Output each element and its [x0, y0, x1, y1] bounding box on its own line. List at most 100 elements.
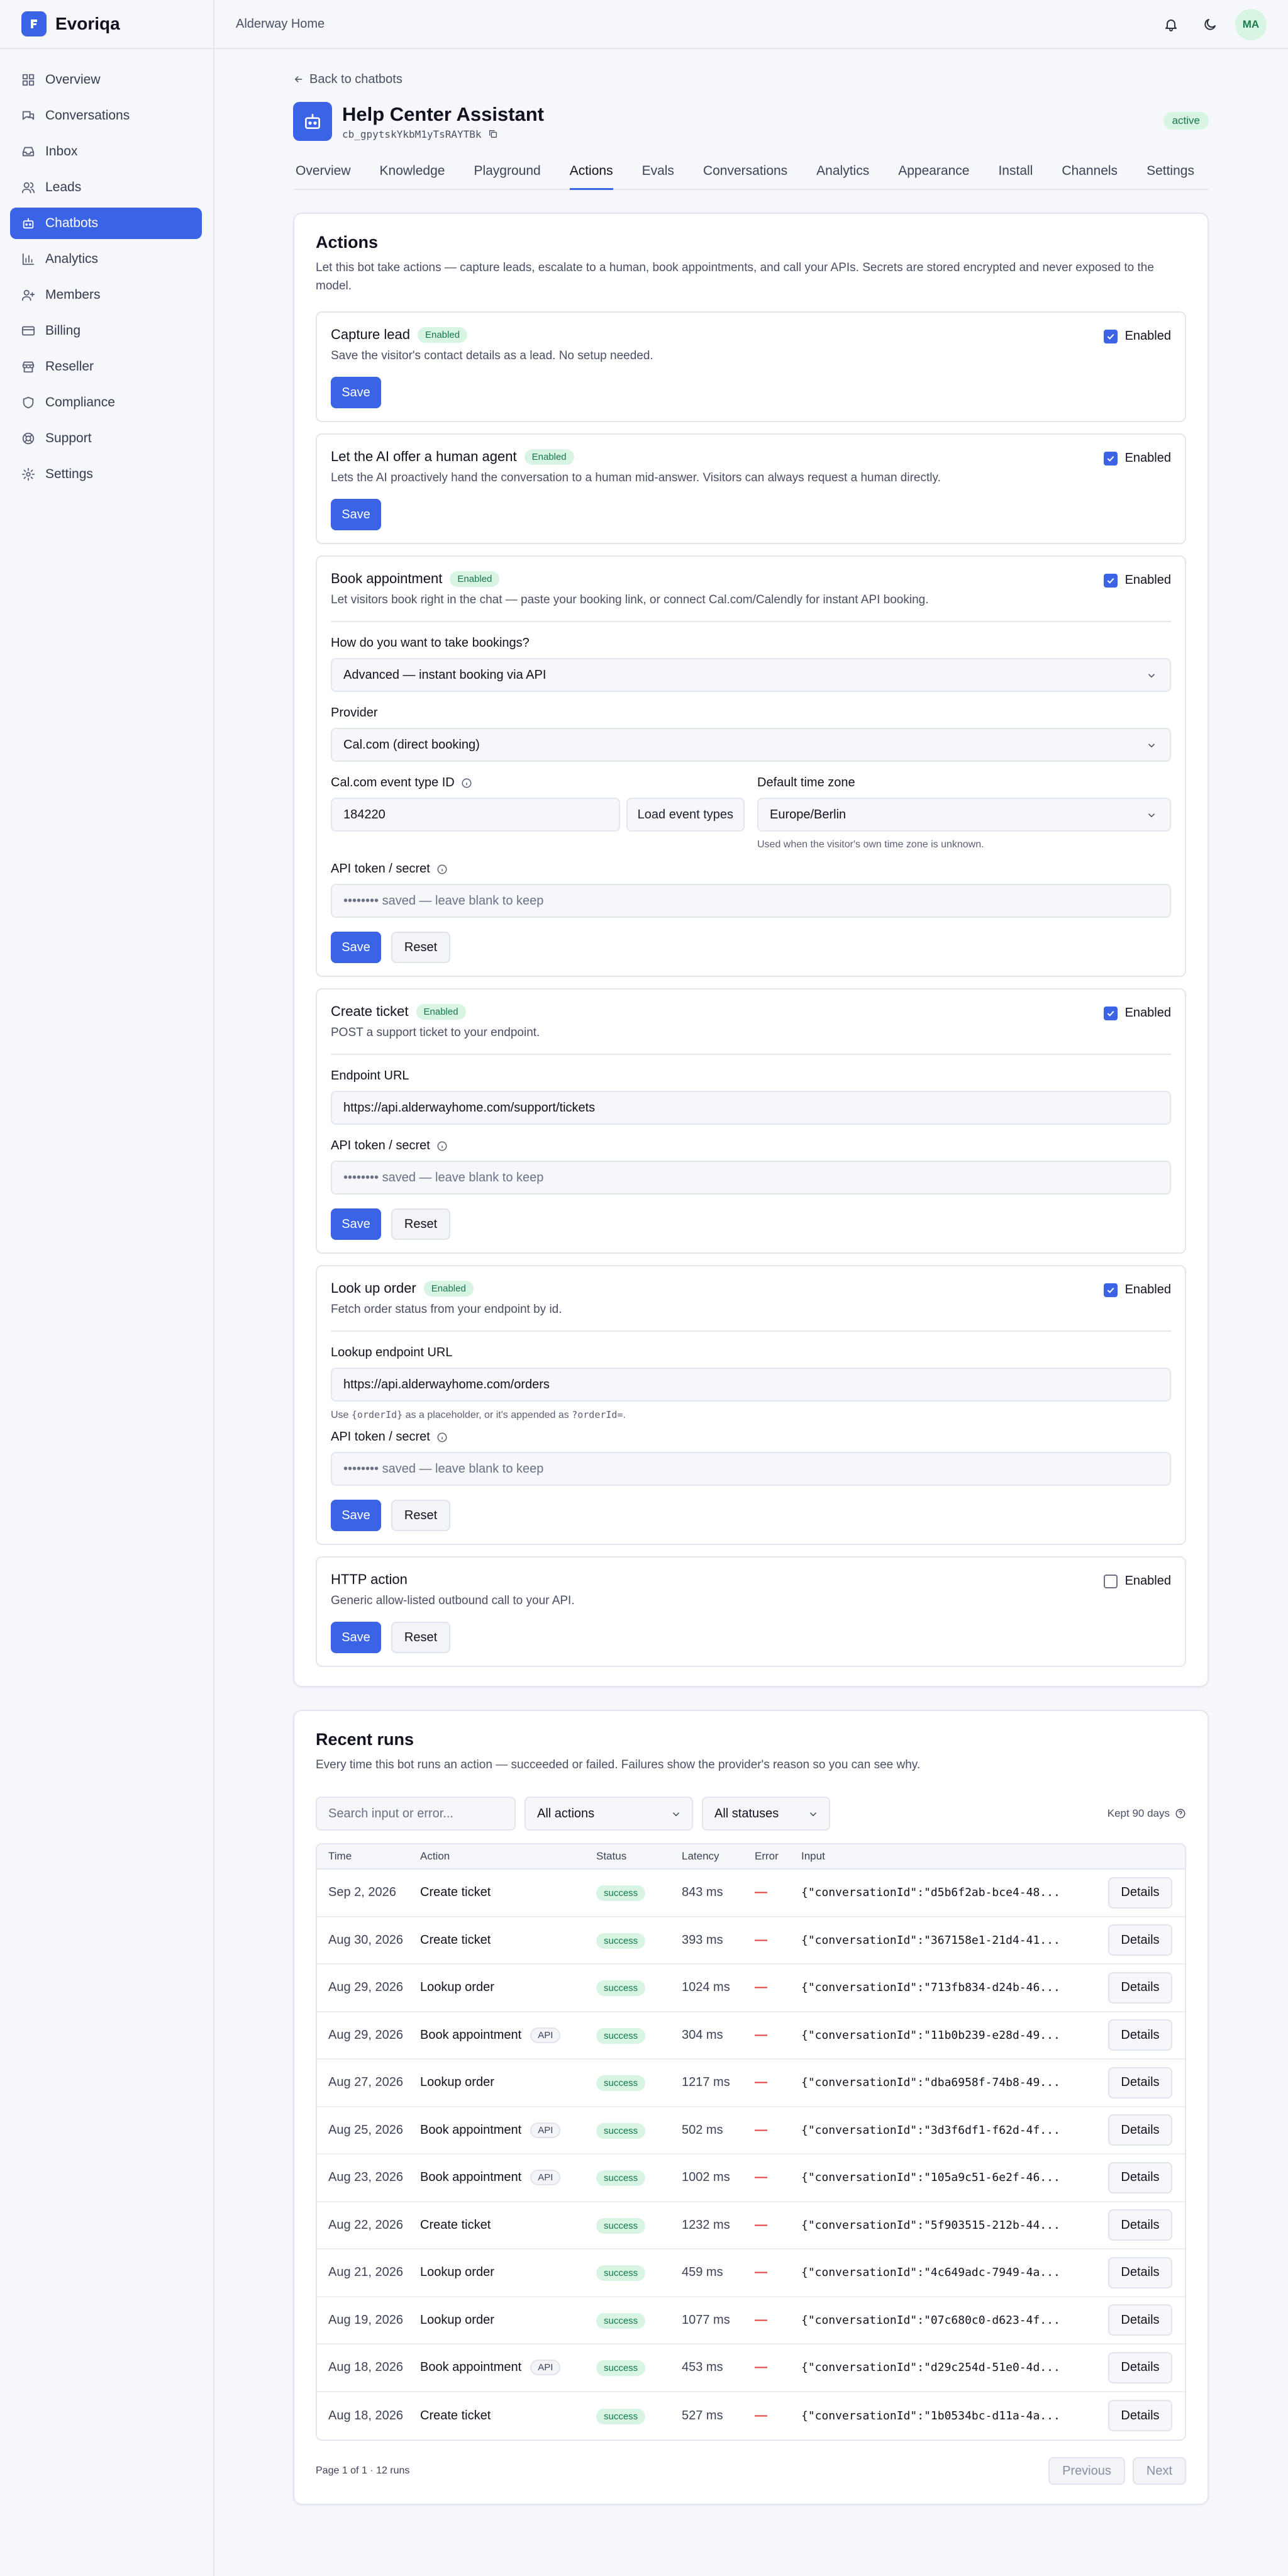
reset-button[interactable]: Reset — [391, 1500, 450, 1531]
tab-playground[interactable]: Playground — [474, 157, 540, 190]
save-button[interactable]: Save — [331, 1208, 381, 1240]
avatar[interactable]: MA — [1235, 9, 1267, 40]
theme-toggle-button[interactable] — [1201, 16, 1219, 33]
save-button[interactable]: Save — [331, 932, 381, 963]
token-input[interactable]: •••••••• saved — leave blank to keep — [331, 1161, 1171, 1195]
workspace-name[interactable]: Alderway Home — [236, 17, 325, 31]
details-button[interactable]: Details — [1108, 2066, 1172, 2099]
details-button[interactable]: Details — [1108, 2304, 1172, 2336]
tab-install[interactable]: Install — [998, 157, 1033, 190]
enabled-checkbox[interactable]: Enabled — [1103, 573, 1171, 588]
info-icon[interactable] — [436, 864, 448, 875]
previous-page-button[interactable]: Previous — [1048, 2457, 1125, 2485]
tab-knowledge[interactable]: Knowledge — [380, 157, 445, 190]
endpoint-url-input[interactable]: https://api.alderwayhome.com/support/tic… — [331, 1091, 1171, 1125]
bot-icon — [23, 218, 34, 229]
tab-settings[interactable]: Settings — [1146, 157, 1194, 190]
next-page-button[interactable]: Next — [1132, 2457, 1186, 2485]
select-value: Advanced — instant booking via API — [343, 667, 547, 682]
sidebar-item-overview[interactable]: Overview — [10, 64, 202, 96]
details-button[interactable]: Details — [1108, 2209, 1172, 2241]
notifications-button[interactable] — [1162, 16, 1180, 33]
timezone-select[interactable]: Europe/Berlin — [757, 798, 1171, 832]
run-latency: 1002 ms — [682, 2170, 730, 2185]
sidebar-item-inbox[interactable]: Inbox — [10, 136, 202, 167]
enabled-checkbox[interactable]: Enabled — [1103, 329, 1171, 343]
details-button[interactable]: Details — [1108, 2256, 1172, 2289]
details-button[interactable]: Details — [1108, 1971, 1172, 2004]
tab-actions[interactable]: Actions — [569, 157, 613, 190]
shield-icon — [23, 396, 34, 409]
enabled-label: Enabled — [1124, 1006, 1171, 1020]
sidebar-item-conversations[interactable]: Conversations — [10, 100, 202, 131]
lifebuoy-icon — [22, 432, 35, 445]
help-icon[interactable] — [1175, 1808, 1186, 1819]
checkbox-checked-icon — [1103, 329, 1118, 343]
brand-name: Evoriqa — [55, 14, 120, 33]
enabled-checkbox[interactable]: Enabled — [1103, 451, 1171, 466]
reset-button[interactable]: Reset — [391, 1622, 450, 1653]
chat-bubbles-icon — [22, 111, 35, 120]
copy-icon[interactable] — [488, 129, 498, 139]
event-type-input[interactable]: 184220 — [331, 798, 620, 832]
lookup-url-input[interactable]: https://api.alderwayhome.com/orders — [331, 1368, 1171, 1402]
details-button[interactable]: Details — [1108, 1876, 1172, 1909]
token-input[interactable]: •••••••• saved — leave blank to keep — [331, 884, 1171, 918]
run-time: Aug 19, 2026 — [328, 2312, 403, 2327]
token-input[interactable]: •••••••• saved — leave blank to keep — [331, 1452, 1171, 1486]
info-icon[interactable] — [436, 1432, 448, 1443]
sidebar-item-chatbots[interactable]: Chatbots — [10, 208, 202, 239]
save-button[interactable]: Save — [331, 1500, 381, 1531]
sidebar-item-billing[interactable]: Billing — [10, 315, 202, 347]
details-button[interactable]: Details — [1108, 2351, 1172, 2384]
details-button[interactable]: Details — [1108, 1924, 1172, 1956]
tab-overview[interactable]: Overview — [296, 157, 351, 190]
sidebar-item-leads[interactable]: Leads — [10, 172, 202, 203]
reset-button[interactable]: Reset — [391, 1208, 450, 1240]
info-icon[interactable] — [461, 778, 472, 789]
enabled-checkbox[interactable]: Enabled — [1103, 1574, 1171, 1588]
tab-analytics[interactable]: Analytics — [816, 157, 869, 190]
gear-icon — [21, 467, 35, 481]
sidebar-item-support[interactable]: Support — [10, 423, 202, 454]
sidebar-item-members[interactable]: Members — [10, 279, 202, 311]
back-link[interactable]: Back to chatbots — [293, 70, 1209, 88]
enabled-label: Enabled — [1124, 329, 1171, 343]
bot-id: cb_gpytskYkbM1yTsRAYTBk — [342, 128, 482, 140]
details-button[interactable]: Details — [1108, 2161, 1172, 2194]
enabled-checkbox[interactable]: Enabled — [1103, 1006, 1171, 1020]
action-filter-select[interactable]: All actions — [525, 1797, 693, 1831]
status-filter-select[interactable]: All statuses — [702, 1797, 830, 1831]
info-icon[interactable] — [436, 1140, 448, 1152]
run-action: Book appointment — [420, 2170, 522, 2185]
provider-select[interactable]: Cal.com (direct booking) — [331, 728, 1171, 762]
booking-mode-select[interactable]: Advanced — instant booking via API — [331, 658, 1171, 692]
save-button[interactable]: Save — [331, 499, 381, 530]
sidebar-item-reseller[interactable]: Reseller — [10, 351, 202, 382]
token-label: API token / secret — [331, 1139, 430, 1152]
save-button[interactable]: Save — [331, 1622, 381, 1653]
tab-appearance[interactable]: Appearance — [898, 157, 969, 190]
column-header-latency: Latency — [682, 1850, 719, 1862]
sidebar-item-analytics[interactable]: Analytics — [10, 243, 202, 275]
sidebar-item-compliance[interactable]: Compliance — [10, 387, 202, 418]
tab-conversations[interactable]: Conversations — [703, 157, 787, 190]
load-event-types-button[interactable]: Load event types — [626, 798, 745, 832]
reset-button[interactable]: Reset — [391, 932, 450, 963]
save-button[interactable]: Save — [331, 377, 381, 408]
run-latency: 1217 ms — [682, 2075, 730, 2090]
sidebar-item-settings[interactable]: Settings — [10, 459, 202, 490]
tab-evals[interactable]: Evals — [642, 157, 674, 190]
details-button[interactable]: Details — [1108, 2019, 1172, 2051]
run-status-badge: success — [596, 2360, 646, 2377]
runs-search-input[interactable]: Search input or error... — [316, 1797, 516, 1831]
run-input: {"conversationId":"dba6958f-74b8-49... — [801, 2076, 1060, 2090]
details-button[interactable]: Details — [1108, 2400, 1172, 2432]
enabled-checkbox[interactable]: Enabled — [1103, 1283, 1171, 1297]
action-create-ticket: Create ticket Enabled POST a support tic… — [316, 988, 1186, 1254]
enabled-badge: Enabled — [450, 571, 500, 587]
details-button[interactable]: Details — [1108, 2114, 1172, 2146]
brand[interactable]: Evoriqa — [0, 0, 213, 49]
tab-channels[interactable]: Channels — [1062, 157, 1118, 190]
run-error: — — [755, 1932, 767, 1947]
